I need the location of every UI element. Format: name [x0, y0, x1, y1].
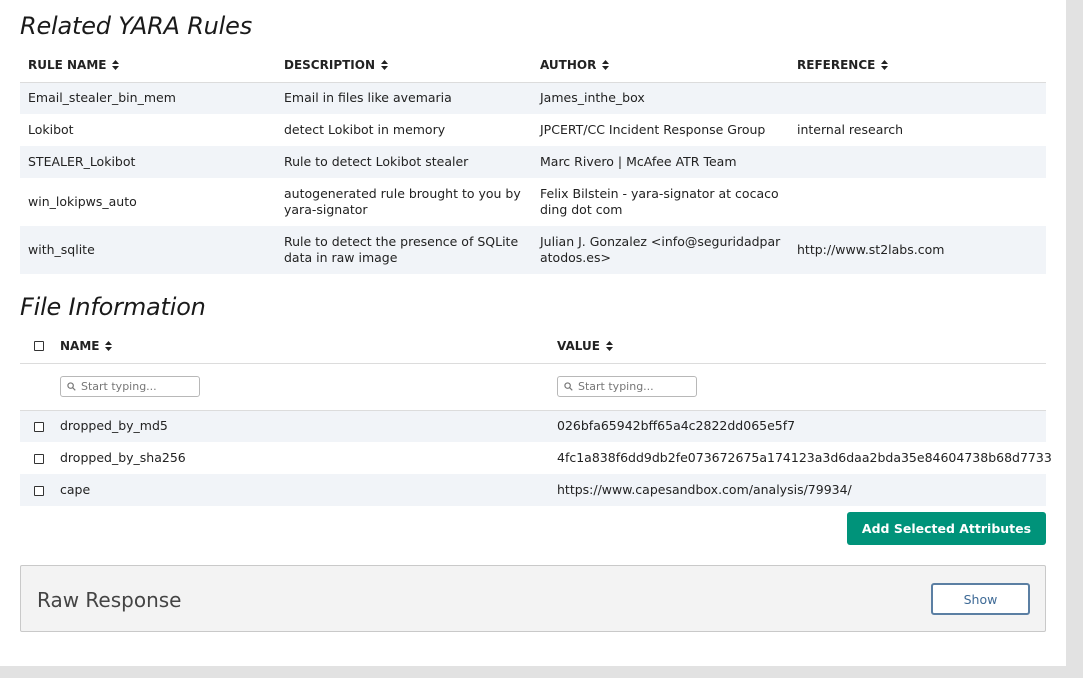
reference-cell: http://www.st2labs.com — [789, 226, 1046, 274]
rule-name-cell: with_sqlite — [20, 226, 276, 274]
raw-response-panel: Raw Response Show — [20, 565, 1046, 632]
column-label: AUTHOR — [540, 57, 597, 72]
name-cell: cape — [52, 474, 549, 506]
author-cell: Marc Rivero | McAfee ATR Team — [532, 146, 789, 178]
filter-spacer — [20, 363, 52, 410]
value-filter-placeholder: Start typing... — [578, 379, 654, 393]
sort-icon[interactable] — [602, 59, 610, 70]
table-row: STEALER_Lokibot Rule to detect Lokibot s… — [20, 146, 1046, 178]
yara-header-row: RULE NAME DESCRIPTION AUTHOR REFERENCE — [20, 48, 1046, 83]
main-panel: Related YARA Rules RULE NAME DESCRIPTION… — [0, 0, 1066, 666]
value-cell: 4fc1a838f6dd9db2fe073672675a174123a3d6da… — [557, 450, 1052, 465]
row-select-cell — [20, 474, 52, 506]
row-checkbox[interactable] — [34, 485, 44, 496]
column-header-reference[interactable]: REFERENCE — [789, 48, 1046, 83]
column-label: REFERENCE — [797, 57, 876, 72]
select-all-checkbox[interactable] — [34, 341, 44, 352]
reference-cell — [789, 82, 1046, 114]
sort-icon[interactable] — [105, 340, 113, 351]
rule-name-cell: win_lokipws_auto — [28, 194, 137, 209]
column-label: NAME — [60, 338, 100, 353]
column-label: VALUE — [557, 338, 600, 353]
yara-rules-table: RULE NAME DESCRIPTION AUTHOR REFERENCE E… — [20, 48, 1046, 274]
column-header-author[interactable]: AUTHOR — [532, 48, 789, 83]
row-select-cell — [20, 410, 52, 442]
column-header-rule-name[interactable]: RULE NAME — [20, 48, 276, 83]
description-cell: detect Lokibot in memory — [284, 122, 446, 137]
show-raw-response-button[interactable]: Show — [931, 583, 1030, 615]
table-row: dropped_by_md5 026bfa65942bff65a4c2822dd… — [20, 410, 1046, 442]
description-cell: Email in files like avemaria — [276, 82, 532, 114]
author-cell: Julian J. Gonzalez <info@seguridadparato… — [532, 226, 789, 274]
column-label: DESCRIPTION — [284, 57, 376, 72]
table-row: dropped_by_sha256 4fc1a838f6dd9db2fe0736… — [20, 442, 1052, 474]
name-filter-input[interactable]: Start typing... — [60, 376, 200, 397]
name-cell: dropped_by_sha256 — [60, 450, 186, 465]
search-icon — [67, 382, 76, 391]
author-cell: James_inthe_box — [532, 82, 789, 114]
column-header-value[interactable]: VALUE — [549, 329, 1046, 364]
rule-name-cell: Email_stealer_bin_mem — [20, 82, 276, 114]
reference-cell: internal research — [797, 122, 904, 137]
row-select-cell — [20, 442, 52, 474]
file-info-table: NAME VALUE Start typing... Start typing.… — [20, 329, 1052, 506]
column-header-description[interactable]: DESCRIPTION — [276, 48, 532, 83]
sort-icon[interactable] — [605, 340, 613, 351]
select-all-cell — [20, 329, 52, 364]
sort-icon[interactable] — [112, 59, 120, 70]
table-row: cape https://www.capesandbox.com/analysi… — [20, 474, 1046, 506]
rule-name-cell: STEALER_Lokibot — [20, 146, 276, 178]
rule-name-cell: Lokibot — [28, 122, 74, 137]
column-header-name[interactable]: NAME — [52, 329, 549, 364]
table-row: Email_stealer_bin_mem Email in files lik… — [20, 82, 1046, 114]
raw-response-title: Raw Response — [37, 588, 182, 612]
value-cell: 026bfa65942bff65a4c2822dd065e5f7 — [549, 410, 1046, 442]
name-filter-placeholder: Start typing... — [81, 379, 157, 393]
file-info-header-row: NAME VALUE — [20, 329, 1046, 364]
filter-row: Start typing... Start typing... — [20, 363, 1046, 410]
table-row: Lokibot detect Lokibot in memory JPCERT/… — [20, 114, 1046, 146]
name-cell: dropped_by_md5 — [52, 410, 549, 442]
reference-cell — [789, 146, 1046, 178]
row-checkbox[interactable] — [34, 453, 44, 464]
column-label: RULE NAME — [28, 57, 107, 72]
file-info-section-title: File Information — [20, 293, 206, 321]
author-cell: Felix Bilstein - yara-signator at cocaco… — [540, 186, 779, 217]
value-filter-input[interactable]: Start typing... — [557, 376, 697, 397]
description-cell: Rule to detect the presence of SQLite da… — [276, 226, 532, 274]
reference-cell — [789, 178, 1046, 226]
row-checkbox[interactable] — [34, 421, 44, 432]
table-row: with_sqlite Rule to detect the presence … — [20, 226, 1046, 274]
description-cell: autogenerated rule brought to you by yar… — [284, 186, 521, 217]
description-cell: Rule to detect Lokibot stealer — [276, 146, 532, 178]
sort-icon[interactable] — [881, 59, 889, 70]
add-selected-attributes-button[interactable]: Add Selected Attributes — [847, 512, 1046, 545]
value-cell: https://www.capesandbox.com/analysis/799… — [549, 474, 1046, 506]
table-row: win_lokipws_auto autogenerated rule brou… — [20, 178, 1046, 226]
author-cell: JPCERT/CC Incident Response Group — [540, 122, 766, 137]
sort-icon[interactable] — [381, 59, 389, 70]
value-filter-cell: Start typing... — [549, 363, 1046, 410]
yara-section-title: Related YARA Rules — [20, 12, 253, 40]
name-filter-cell: Start typing... — [52, 363, 549, 410]
search-icon — [564, 382, 573, 391]
